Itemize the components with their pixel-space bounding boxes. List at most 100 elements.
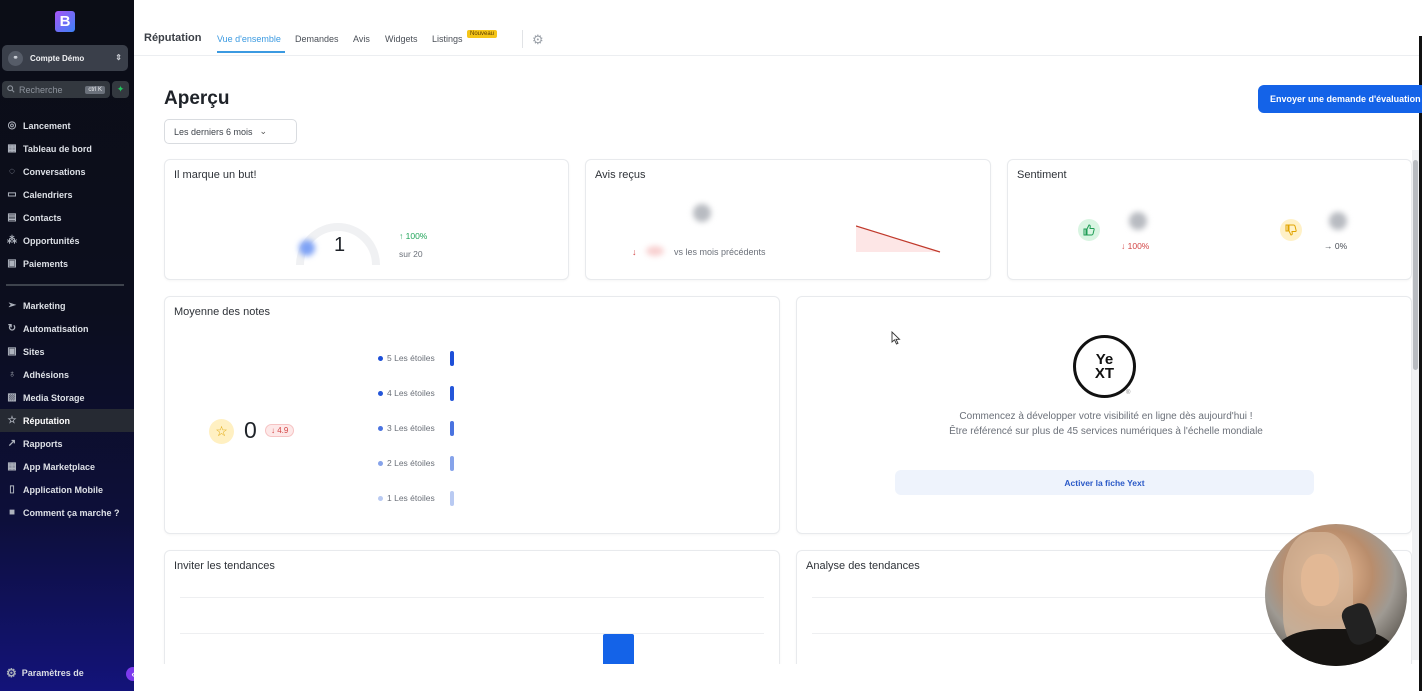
gauge-progress-dot [299, 240, 315, 256]
sidebar-item-calendriers[interactable]: ▭ Calendriers [0, 183, 134, 206]
rapports-icon: ↗ [7, 438, 17, 449]
goal-card: Il marque un but! 1 ↑ 100% sur 20 [164, 159, 569, 280]
sidebar-item-label: Sites [23, 346, 45, 357]
sidebar-item-rapports[interactable]: ↗ Rapports [0, 432, 134, 455]
top-bar: Réputation Vue d'ensemble Demandes Avis … [134, 0, 1422, 56]
sidebar-item-label: Paiements [23, 258, 69, 269]
sidebar-item-reputation[interactable]: ☆ Réputation [0, 409, 134, 432]
sparkle-icon: ✦ [116, 84, 125, 94]
goal-value: 1 [334, 234, 346, 256]
tab-overview[interactable]: Vue d'ensemble [217, 34, 281, 44]
search-icon [7, 84, 15, 95]
sidebar-item-opportunites[interactable]: ⁂ Opportunités [0, 229, 134, 252]
positive-change: ↓ 100% [1121, 241, 1150, 251]
sidebar-item-application-mobile[interactable]: ▯ Application Mobile [0, 478, 134, 501]
comment-ca-marche-icon: ■ [8, 507, 16, 518]
conversations-icon: ◌ [9, 166, 15, 177]
sidebar-item-label: Marketing [23, 300, 66, 311]
sidebar-item-tableau-de-bord[interactable]: ▦ Tableau de bord [0, 137, 134, 160]
chart-gridline [180, 633, 764, 634]
negative-change: → 0% [1324, 241, 1348, 251]
tab-listings[interactable]: Listings [432, 34, 463, 44]
trend-analysis-title: Analyse des tendances [806, 560, 920, 572]
legend-dot [378, 425, 383, 431]
chevron-updown-icon: ⇕ [115, 53, 122, 62]
sidebar-item-marketing[interactable]: ➢ Marketing [0, 294, 134, 317]
webcam-face [1301, 554, 1339, 606]
sidebar-item-settings[interactable]: ⚙ Paramètres de [6, 666, 84, 680]
star-distribution-bar [450, 386, 454, 401]
sidebar-item-label: Automatisation [23, 323, 89, 334]
tab-widgets[interactable]: Widgets [385, 34, 418, 44]
sidebar-item-label: Adhésions [23, 369, 70, 380]
reviews-change-blurred [646, 246, 664, 256]
reputation-icon: ☆ [7, 415, 17, 426]
sidebar-item-adhesions[interactable]: ♁ Adhésions [0, 363, 134, 386]
quick-action-button[interactable]: ✦ [112, 81, 129, 98]
star-distribution-row: 1 Les étoiles [378, 493, 435, 503]
account-switcher[interactable]: ⚭ Compte Démo ⇕ [2, 45, 128, 71]
star-row-label: 2 Les étoiles [387, 458, 435, 468]
scrollbar-thumb[interactable] [1413, 160, 1418, 370]
gear-icon: ⚙ [6, 666, 17, 680]
search-placeholder: Recherche [19, 84, 63, 95]
reviews-sparkline [856, 225, 941, 253]
sidebar-item-label: Contacts [23, 212, 62, 223]
star-distribution-bar [450, 421, 454, 436]
star-row-label: 1 Les étoiles [387, 493, 435, 503]
sidebar-item-label: Comment ça marche ? [23, 507, 120, 518]
sidebar-item-conversations[interactable]: ◌ Conversations [0, 160, 134, 183]
star-row-label: 4 Les étoiles [387, 388, 435, 398]
search-input[interactable]: Recherche ctrl K [2, 81, 110, 98]
app-root: B ⚭ Compte Démo ⇕ Recherche ctrl K ✦ ◎ La… [0, 0, 1422, 691]
webcam-overlay [1265, 524, 1407, 666]
sidebar-item-contacts[interactable]: ▤ Contacts [0, 206, 134, 229]
new-badge: Nouveau [467, 30, 498, 38]
adhesions-icon: ♁ [8, 369, 16, 380]
sidebar-nav-secondary: ➢ Marketing ↻ Automatisation ▣ Sites ♁ Adhésion… [0, 294, 134, 524]
star-distribution-bar [450, 351, 454, 366]
ratings-card-title: Moyenne des notes [174, 306, 271, 318]
app-marketplace-icon: ▦ [7, 461, 17, 472]
sidebar-item-paiements[interactable]: ▣ Paiements [0, 252, 134, 275]
period-select[interactable]: Les derniers 6 mois ⌄ [164, 119, 297, 144]
reviews-received-card: Avis reçus ↓ vs les mois précédents [585, 159, 991, 280]
legend-dot [378, 495, 383, 501]
reviews-comparison: vs les mois précédents [674, 247, 766, 257]
reputation-settings-icon[interactable]: ⚙ [532, 32, 544, 48]
page-title: Aperçu [164, 88, 230, 109]
sidebar-item-sites[interactable]: ▣ Sites [0, 340, 134, 363]
sidebar-item-lancement[interactable]: ◎ Lancement [0, 114, 134, 137]
sidebar: B ⚭ Compte Démo ⇕ Recherche ctrl K ✦ ◎ La… [0, 0, 134, 691]
reviews-card-title: Avis reçus [595, 169, 646, 181]
contacts-icon: ▤ [7, 212, 17, 223]
sidebar-item-label: App Marketplace [23, 461, 96, 472]
activate-yext-button[interactable]: Activer la fiche Yext [895, 470, 1314, 495]
star-distribution-row: 4 Les étoiles [378, 388, 435, 398]
marketing-icon: ➢ [7, 300, 17, 311]
yext-description-line2: Être référencé sur plus de 45 services n… [949, 426, 1263, 437]
legend-dot [378, 355, 383, 361]
sidebar-item-label: Opportunités [23, 235, 80, 246]
thumbs-up-icon [1078, 219, 1100, 241]
sidebar-item-automatisation[interactable]: ↻ Automatisation [0, 317, 134, 340]
sidebar-item-label: Conversations [23, 166, 86, 177]
active-tab-indicator [217, 51, 285, 53]
webcam-body [1275, 629, 1395, 666]
tab-reviews[interactable]: Avis [353, 34, 370, 44]
send-review-request-button[interactable]: Envoyer une demande d'évaluation [1258, 85, 1422, 113]
search-shortcut: ctrl K [85, 85, 105, 94]
sidebar-item-label: Media Storage [23, 392, 85, 403]
tab-requests[interactable]: Demandes [295, 34, 339, 44]
sidebar-item-media-storage[interactable]: ▨ Media Storage [0, 386, 134, 409]
sidebar-item-app-marketplace[interactable]: ▦ App Marketplace [0, 455, 134, 478]
tableau-de-bord-icon: ▦ [7, 143, 17, 154]
sidebar-item-comment-ca-marche[interactable]: ■ Comment ça marche ? [0, 501, 134, 524]
sidebar-divider [6, 284, 124, 286]
sidebar-item-label: Tableau de bord [23, 143, 92, 154]
star-icon: ☆ [209, 419, 234, 444]
rating-change-badge: ↓ 4.9 [265, 424, 295, 437]
app-logo[interactable]: B [55, 11, 75, 32]
media-storage-icon: ▨ [7, 392, 17, 403]
registered-mark: ® [1126, 390, 1131, 396]
